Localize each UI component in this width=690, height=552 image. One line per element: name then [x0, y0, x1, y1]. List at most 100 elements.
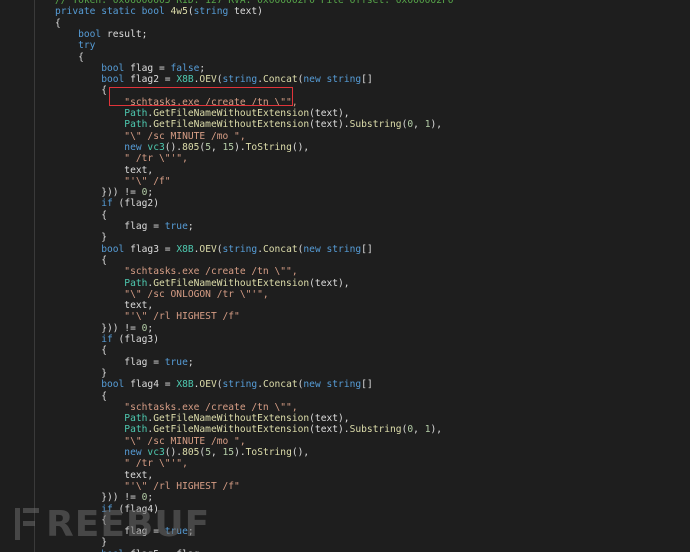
code-token: 805 [182, 447, 200, 458]
code-token: false [170, 62, 200, 74]
code-token: ). [234, 447, 246, 458]
code-token: (text), [309, 413, 350, 425]
code-token: (). [164, 141, 183, 153]
code-line: } [55, 232, 107, 243]
code-line: bool flag = false; [55, 63, 205, 74]
code-token: Concat [262, 74, 298, 86]
code-token: })) != [55, 187, 142, 199]
code-token: ; [187, 356, 194, 368]
code-token: flag2 = [130, 74, 177, 86]
code-token: { [55, 254, 107, 266]
watermark: REEBUF [14, 502, 214, 546]
code-token: text, [55, 300, 154, 312]
code-token: { [55, 51, 84, 63]
code-token: bool [55, 28, 107, 40]
code-token: " /tr \"'", [55, 458, 188, 470]
code-token: Path [55, 277, 148, 289]
code-line: "'\" /f" [55, 175, 171, 187]
code-line: { [55, 52, 84, 63]
code-token: [] [361, 74, 373, 86]
code-token: // Token: 0x06000005 RID: 127 RVA: 0x000… [55, 0, 454, 6]
code-line: " /tr \"'", [55, 458, 188, 469]
code-token: (flag3) [118, 334, 159, 345]
code-token: 15 [222, 141, 235, 153]
code-token: X8B [176, 379, 194, 391]
code-line: Path.GetFileNameWithoutExtension(text), [55, 277, 350, 289]
code-editor[interactable]: // Token: 0x06000005 RID: 127 RVA: 0x000… [0, 0, 690, 552]
code-token: } [55, 367, 107, 379]
code-line: Path.GetFileNameWithoutExtension(text), [55, 413, 350, 425]
code-token: true [164, 356, 188, 368]
code-token: GetFileNameWithoutExtension [153, 119, 310, 131]
code-token: 805 [182, 141, 200, 153]
code-token: Path [55, 119, 148, 131]
code-line: " /tr \"'", [55, 153, 188, 164]
code-token: [] [361, 243, 373, 255]
code-line: "schtasks.exe /create /tn \"", [55, 402, 297, 413]
code-token: "'\" /rl HIGHEST /f" [55, 480, 240, 492]
code-token: new string [303, 379, 362, 391]
code-token: try [55, 40, 96, 52]
code-token: Path [55, 108, 148, 119]
code-line: flag = true; [55, 221, 193, 232]
code-token: string [193, 6, 229, 18]
code-token: X8B [176, 243, 194, 255]
code-token: X8B [176, 74, 194, 86]
code-line: "\" /sc ONLOGON /tr \"'", [55, 288, 269, 300]
code-token: string [222, 243, 258, 255]
code-token: , [210, 447, 223, 458]
code-line: { [55, 391, 107, 402]
code-token: } [55, 232, 107, 244]
code-line: text, [55, 470, 153, 481]
code-token: (text), [309, 108, 350, 119]
code-line: })) != 0; [55, 323, 153, 334]
highlight-annotation-box [109, 87, 293, 106]
code-line: "schtasks.exe /create /tn \"", [55, 266, 298, 278]
code-token: ), [430, 424, 443, 436]
code-token: text, [55, 164, 154, 176]
code-token: Concat [262, 243, 298, 255]
code-token: GetFileNameWithoutExtension [153, 413, 310, 425]
code-token: (text). [309, 424, 350, 436]
code-token: ToString [245, 141, 292, 153]
code-line: text, [55, 300, 153, 311]
code-token: private static bool [55, 6, 171, 18]
code-token: "'\" /f" [55, 175, 171, 187]
code-line: new vc3().805(5, 15).ToString(), [55, 447, 309, 458]
code-token: Substring [349, 424, 402, 436]
code-token: , [413, 424, 425, 436]
code-token: })) != [55, 322, 142, 334]
code-token: (), [291, 447, 310, 458]
code-line: private static bool 4w5(string text) [55, 6, 263, 17]
code-line: text, [55, 165, 153, 176]
code-line: { [55, 85, 107, 96]
code-token: "schtasks.exe /create /tn \"", [55, 266, 298, 278]
code-token: string [222, 379, 258, 391]
code-token: (flag2) [118, 198, 159, 210]
code-token: "'\" /rl HIGHEST /f" [55, 311, 240, 323]
code-token: Concat [262, 379, 298, 391]
code-token: " /tr \"'", [55, 153, 188, 165]
code-token: ; [199, 62, 206, 74]
code-line: new vc3().805(5, 15).ToString(), [55, 142, 309, 153]
watermark-text: REEBUF [46, 503, 211, 545]
code-line: { [55, 345, 107, 356]
code-line: "'\" /rl HIGHEST /f" [55, 311, 240, 322]
code-token: "\" /sc ONLOGON /tr \"'", [55, 288, 269, 300]
code-line: "\" /sc MINUTE /mo ", [55, 435, 246, 447]
code-token: new [55, 447, 148, 458]
code-token: OEV [199, 74, 217, 86]
code-token: "\" /sc MINUTE /mo ", [55, 130, 246, 142]
code-token: Path [55, 424, 148, 436]
code-line: })) != 0; [55, 187, 153, 198]
code-line: Path.GetFileNameWithoutExtension(text), [55, 108, 350, 119]
code-line: Path.GetFileNameWithoutExtension(text).S… [55, 119, 442, 130]
code-line: bool result; [55, 29, 147, 40]
code-token: { [55, 345, 107, 357]
code-line: { [55, 18, 61, 29]
code-token: { [55, 85, 107, 97]
code-token: flag = [55, 356, 165, 368]
code-token: "\" /sc MINUTE /mo ", [55, 435, 246, 447]
code-token: 4w5 [170, 6, 188, 18]
code-token: (text), [309, 277, 350, 289]
